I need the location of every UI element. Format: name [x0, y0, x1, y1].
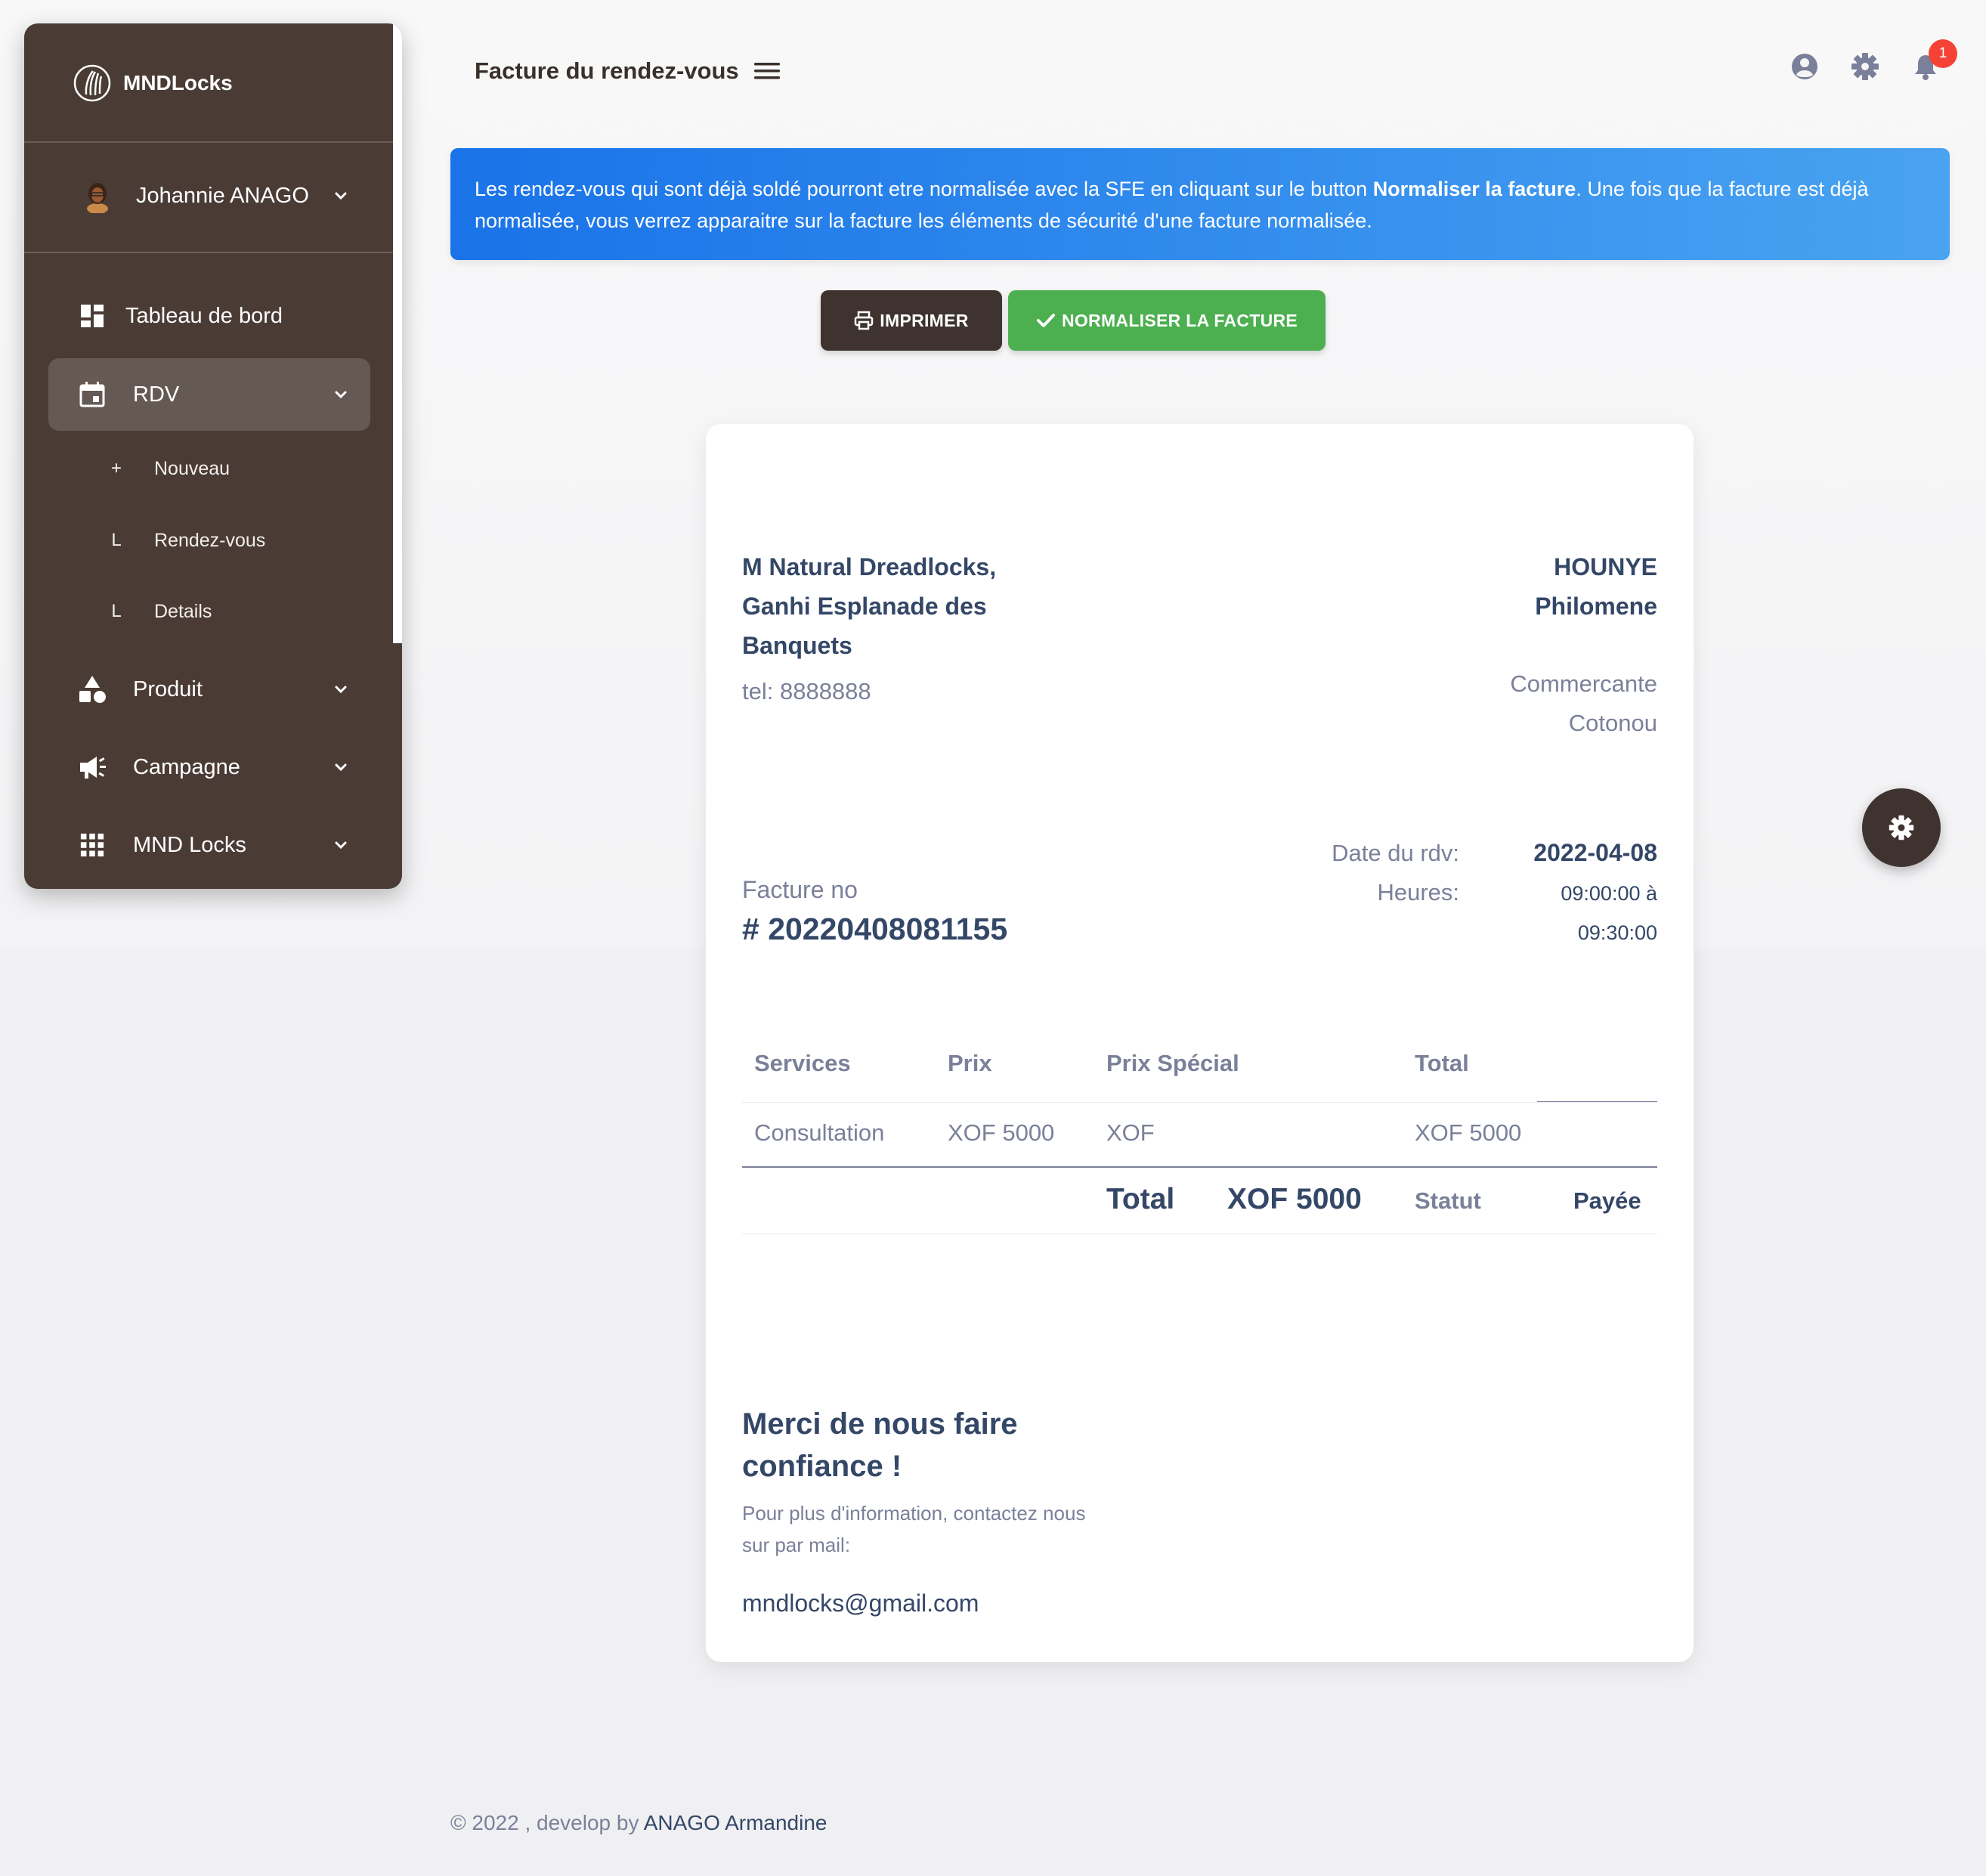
sub-bullet: L: [111, 601, 122, 621]
client-name: HOUNYE Philomene: [1535, 547, 1657, 626]
notifications[interactable]: 1: [1910, 39, 1957, 82]
shapes-icon: [77, 674, 107, 704]
invoice-number: # 20220408081155: [742, 912, 1008, 946]
printer-icon: [855, 311, 874, 330]
thanks-message: Merci de nous faire confiance !: [742, 1407, 1018, 1483]
page-title: Facture du rendez-vous: [475, 57, 739, 84]
hamburger-menu-icon[interactable]: [753, 60, 781, 82]
total-label: Total: [1106, 1183, 1175, 1215]
status-label: Statut: [1415, 1187, 1481, 1214]
navbar-actions: 1: [1790, 39, 1957, 82]
sidebar-item-campagne[interactable]: Campagne: [48, 731, 370, 803]
contact-info: Pour plus d'information, contactez nous …: [742, 1502, 1086, 1556]
table-cell-total: XOF 5000: [1415, 1119, 1522, 1146]
hours-end: 09:30:00: [1577, 921, 1657, 944]
brand[interactable]: MNDLocks: [73, 64, 233, 102]
sidebar-item-label: RDV: [133, 382, 180, 407]
settings-gear-icon[interactable]: [1850, 51, 1880, 82]
sidebar-item-label: Tableau de bord: [125, 303, 283, 328]
apps-grid-icon: [77, 830, 107, 860]
status-value: Payée: [1573, 1187, 1641, 1214]
total-value: XOF 5000: [1227, 1183, 1362, 1215]
print-button-label: IMPRIMER: [880, 310, 969, 330]
sidebar: MNDLocks Johannie ANAGO Tableau de bord: [24, 23, 402, 889]
sidebar-subitem-label: Rendez-vous: [154, 529, 266, 551]
chevron-down-icon: [335, 841, 347, 850]
sidebar-scrollbar[interactable]: [393, 23, 402, 643]
sidebar-subitem-nouveau[interactable]: + Nouveau: [109, 446, 230, 491]
table-header-total: Total: [1415, 1050, 1469, 1076]
table-header-services: Services: [754, 1050, 851, 1076]
user-name: Johannie ANAGO: [136, 183, 309, 208]
floating-settings-button[interactable]: [1862, 788, 1941, 867]
table-divider: [742, 1102, 1657, 1103]
sidebar-subitem-rendez-vous[interactable]: L Rendez-vous: [109, 518, 265, 563]
sidebar-item-mnd-locks[interactable]: MND Locks: [48, 809, 370, 881]
info-alert: Les rendez-vous qui sont déjà soldé pour…: [450, 148, 1950, 260]
hours-label: Heures:: [1377, 879, 1459, 905]
normalize-invoice-button[interactable]: NORMALISER LA FACTURE: [1008, 290, 1326, 351]
alert-bold-text: Normaliser la facture: [1372, 178, 1576, 200]
sidebar-divider: [24, 252, 393, 253]
dashboard-icon: [77, 301, 107, 331]
footer-author-link[interactable]: ANAGO Armandine: [644, 1811, 828, 1834]
table-cell-prix: XOF 5000: [948, 1119, 1055, 1146]
sidebar-item-label: Campagne: [133, 754, 240, 779]
sidebar-item-rdv[interactable]: RDV: [48, 358, 370, 431]
client-details: Commercante Cotonou: [1510, 664, 1657, 743]
sidebar-subitem-label: Nouveau: [154, 457, 230, 479]
user-avatar: [80, 178, 115, 213]
account-circle-icon[interactable]: [1790, 51, 1820, 82]
sidebar-user[interactable]: Johannie ANAGO: [48, 159, 370, 232]
company-phone: tel: 8888888: [742, 678, 871, 704]
date-value: 2022-04-08: [1533, 839, 1657, 866]
calendar-icon: [77, 379, 107, 410]
company-line: M Natural Dreadlocks,: [742, 553, 997, 580]
print-button[interactable]: IMPRIMER: [821, 290, 1002, 351]
table-cell-service: Consultation: [754, 1119, 885, 1146]
navbar: Facture du rendez-vous: [475, 57, 781, 85]
notification-badge: 1: [1929, 39, 1957, 68]
gear-icon: [1889, 815, 1914, 840]
hours-start: 09:00:00 à: [1561, 882, 1657, 905]
client-city: Cotonou: [1568, 710, 1657, 736]
sidebar-subitem-label: Details: [154, 600, 212, 622]
sidebar-item-dashboard[interactable]: Tableau de bord: [48, 280, 370, 352]
client-job: Commercante: [1510, 670, 1657, 697]
sub-bullet: L: [111, 530, 122, 550]
contact-email[interactable]: mndlocks@gmail.com: [742, 1590, 979, 1618]
brand-logo-icon: [73, 64, 111, 102]
table-cell-prix-special: XOF: [1106, 1119, 1155, 1146]
brand-name: MNDLocks: [123, 71, 233, 94]
sidebar-item-label: Produit: [133, 676, 203, 701]
chevron-down-icon: [335, 686, 347, 694]
table-header-prix-special: Prix Spécial: [1106, 1050, 1239, 1076]
megaphone-icon: [77, 752, 107, 782]
invoice-card: M Natural Dreadlocks, Ganhi Esplanade de…: [706, 424, 1694, 1662]
company-line: Banquets: [742, 632, 852, 659]
footer: © 2022 , develop by ANAGO Armandine: [450, 1811, 828, 1835]
client-line: Philomene: [1535, 593, 1657, 620]
chevron-down-icon: [335, 391, 347, 399]
sidebar-item-label: MND Locks: [133, 832, 246, 857]
date-label: Date du rdv:: [1332, 840, 1459, 866]
company-line: Ganhi Esplanade des: [742, 593, 987, 620]
chevron-down-icon: [335, 192, 347, 200]
table-header-prix: Prix: [948, 1050, 992, 1076]
table-divider: [742, 1166, 1657, 1168]
sidebar-divider: [24, 141, 393, 143]
client-line: HOUNYE: [1554, 553, 1657, 580]
chevron-down-icon: [335, 763, 347, 772]
company-address: M Natural Dreadlocks, Ganhi Esplanade de…: [742, 547, 996, 665]
check-icon: [1036, 314, 1055, 327]
normalize-button-label: NORMALISER LA FACTURE: [1061, 310, 1298, 330]
alert-text: Les rendez-vous qui sont déjà soldé pour…: [475, 178, 1373, 200]
sidebar-subitem-details[interactable]: L Details: [109, 589, 212, 634]
sidebar-item-produit[interactable]: Produit: [48, 653, 370, 726]
sub-bullet: +: [110, 458, 122, 478]
footer-copyright: © 2022 , develop by: [450, 1811, 644, 1834]
